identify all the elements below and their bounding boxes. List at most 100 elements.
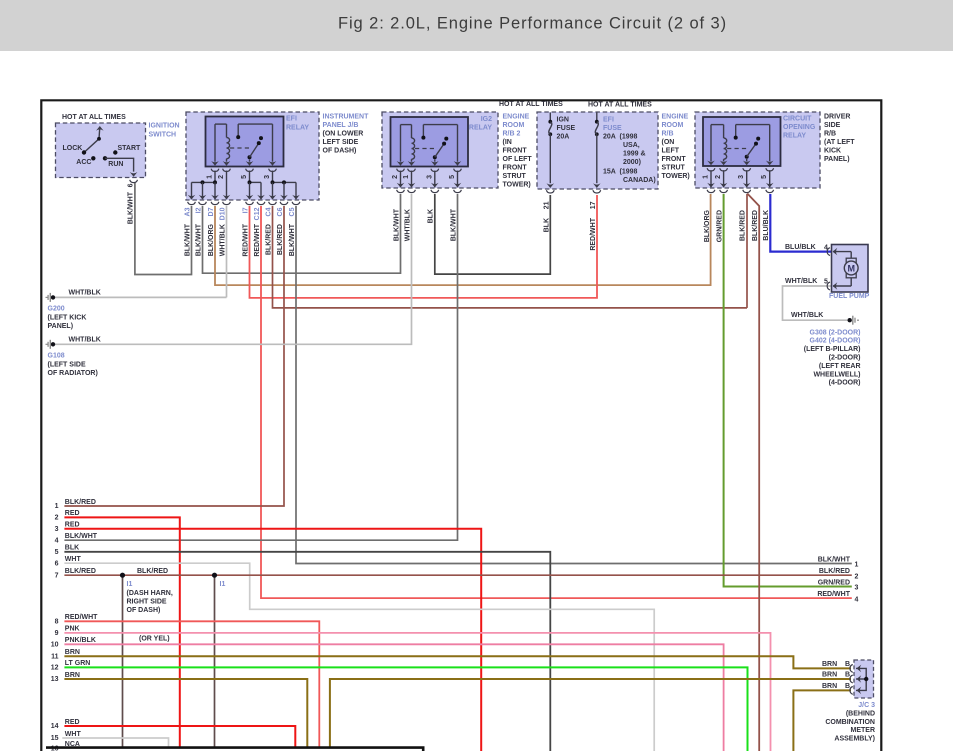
svg-text:CIRCUIT: CIRCUIT	[783, 116, 812, 123]
svg-text:BLK/RED: BLK/RED	[819, 568, 850, 575]
svg-text:INSTRUMENT: INSTRUMENT	[323, 114, 370, 121]
svg-text:KICK: KICK	[824, 148, 841, 155]
svg-text:2000): 2000)	[623, 159, 641, 166]
svg-text:BRN: BRN	[65, 649, 80, 656]
svg-text:15: 15	[51, 735, 59, 742]
svg-text:Fig 2: 2.0L, Engine Performanc: Fig 2: 2.0L, Engine Performance Circuit …	[338, 15, 727, 33]
svg-text:BLK/WHT: BLK/WHT	[450, 208, 457, 241]
svg-text:IGN: IGN	[557, 117, 569, 124]
svg-text:OF LEFT: OF LEFT	[503, 156, 533, 163]
svg-text:SIDE: SIDE	[824, 122, 841, 129]
svg-text:BLK/WHT: BLK/WHT	[818, 556, 851, 563]
svg-text:LT GRN: LT GRN	[65, 660, 91, 667]
svg-text:LOCK: LOCK	[63, 145, 83, 152]
svg-text:5: 5	[824, 279, 828, 286]
svg-text:PANEL): PANEL)	[48, 323, 74, 330]
svg-text:RED/WHT: RED/WHT	[817, 591, 850, 598]
svg-text:(BEHIND: (BEHIND	[846, 710, 875, 717]
svg-text:1: 1	[855, 562, 859, 569]
svg-text:STRUT: STRUT	[503, 173, 527, 180]
svg-text:BLK/ORG: BLK/ORG	[704, 209, 711, 242]
svg-text:PNK: PNK	[65, 626, 80, 633]
svg-text:WHEELWELL): WHEELWELL)	[813, 371, 860, 378]
svg-text:15A: 15A	[603, 169, 616, 176]
svg-text:BLK/RED: BLK/RED	[752, 210, 759, 241]
svg-text:WHT/BLK: WHT/BLK	[219, 224, 226, 256]
svg-text:ENGINE: ENGINE	[662, 114, 689, 121]
svg-text:GRN/RED: GRN/RED	[818, 579, 850, 586]
svg-text:(1998: (1998	[620, 134, 638, 141]
svg-text:(1998: (1998	[620, 169, 638, 176]
svg-text:2: 2	[55, 515, 59, 522]
svg-text:R/B 2: R/B 2	[503, 131, 521, 138]
svg-text:6: 6	[128, 183, 135, 187]
svg-text:I7: I7	[242, 207, 249, 213]
svg-text:B: B	[845, 661, 850, 668]
svg-text:3: 3	[738, 175, 745, 179]
svg-text:C12: C12	[254, 207, 261, 220]
svg-text:ROOM: ROOM	[662, 122, 684, 129]
svg-text:EFI: EFI	[603, 117, 614, 124]
svg-text:G402 (4-DOOR): G402 (4-DOOR)	[810, 338, 861, 345]
svg-text:BLK/RED: BLK/RED	[65, 499, 96, 506]
svg-text:DRIVER: DRIVER	[824, 114, 850, 121]
svg-text:2: 2	[392, 175, 399, 179]
svg-text:RED/WHT: RED/WHT	[254, 223, 261, 256]
svg-text:BLK/RED: BLK/RED	[65, 568, 96, 575]
svg-text:HOT AT ALL TIMES: HOT AT ALL TIMES	[499, 101, 563, 108]
svg-text:20A: 20A	[603, 134, 616, 141]
svg-text:WHT: WHT	[65, 731, 82, 738]
svg-text:1: 1	[207, 175, 214, 179]
svg-text:(LEFT KICK: (LEFT KICK	[48, 314, 87, 321]
svg-text:B: B	[845, 683, 850, 690]
svg-text:13: 13	[51, 676, 59, 683]
svg-text:BLK/WHT: BLK/WHT	[393, 208, 400, 241]
svg-text:2: 2	[218, 175, 225, 179]
svg-text:ACC: ACC	[76, 159, 91, 166]
svg-text:BLK/RED: BLK/RED	[265, 224, 272, 255]
svg-text:FUEL PUMP: FUEL PUMP	[829, 293, 870, 300]
svg-text:CANADA): CANADA)	[623, 177, 656, 184]
svg-text:3: 3	[855, 585, 859, 592]
svg-text:A3: A3	[184, 207, 191, 216]
svg-text:(IN: (IN	[503, 139, 512, 146]
svg-text:D7: D7	[208, 207, 215, 216]
svg-text:BRN: BRN	[822, 661, 837, 668]
svg-text:11: 11	[51, 654, 59, 661]
svg-text:HOT AT ALL TIMES: HOT AT ALL TIMES	[62, 114, 126, 121]
svg-text:BRN: BRN	[822, 683, 837, 690]
svg-text:PNK/BLK: PNK/BLK	[65, 637, 96, 644]
svg-text:5: 5	[449, 175, 456, 179]
svg-text:20A: 20A	[557, 134, 570, 141]
svg-text:(AT LEFT: (AT LEFT	[824, 139, 855, 146]
svg-text:WHT/BLK: WHT/BLK	[791, 312, 823, 319]
svg-text:BLK/WHT: BLK/WHT	[128, 191, 135, 224]
svg-text:WHT/BLK: WHT/BLK	[69, 290, 101, 297]
svg-text:ASSEMBLY): ASSEMBLY)	[834, 736, 875, 743]
svg-text:BLK: BLK	[428, 209, 435, 223]
svg-text:RED: RED	[65, 510, 80, 517]
svg-text:1: 1	[55, 503, 59, 510]
svg-text:RIGHT SIDE: RIGHT SIDE	[127, 599, 167, 606]
svg-text:3: 3	[426, 175, 433, 179]
svg-text:COMBINATION: COMBINATION	[825, 719, 875, 726]
svg-text:R/B: R/B	[662, 131, 674, 138]
svg-text:6: 6	[55, 560, 59, 567]
svg-text:D10: D10	[219, 207, 226, 220]
svg-text:LEFT SIDE: LEFT SIDE	[323, 139, 359, 146]
svg-text:I2: I2	[195, 207, 202, 213]
svg-text:RELAY: RELAY	[286, 125, 309, 132]
svg-text:TOWER): TOWER)	[503, 182, 531, 189]
svg-text:7: 7	[55, 572, 59, 579]
svg-text:BLU/BLK: BLU/BLK	[785, 244, 816, 251]
svg-text:OF DASH): OF DASH)	[323, 148, 357, 155]
svg-text:OPENING: OPENING	[783, 124, 816, 131]
svg-text:BLK/WHT: BLK/WHT	[289, 223, 296, 256]
svg-text:21: 21	[544, 201, 551, 209]
svg-text:C5: C5	[289, 207, 296, 216]
svg-text:(ON LOWER: (ON LOWER	[323, 131, 364, 138]
svg-text:PANEL J/B: PANEL J/B	[323, 122, 359, 129]
svg-text:4: 4	[55, 537, 59, 544]
svg-text:HOT AT ALL TIMES: HOT AT ALL TIMES	[588, 102, 652, 109]
svg-text:STRUT: STRUT	[662, 165, 686, 172]
